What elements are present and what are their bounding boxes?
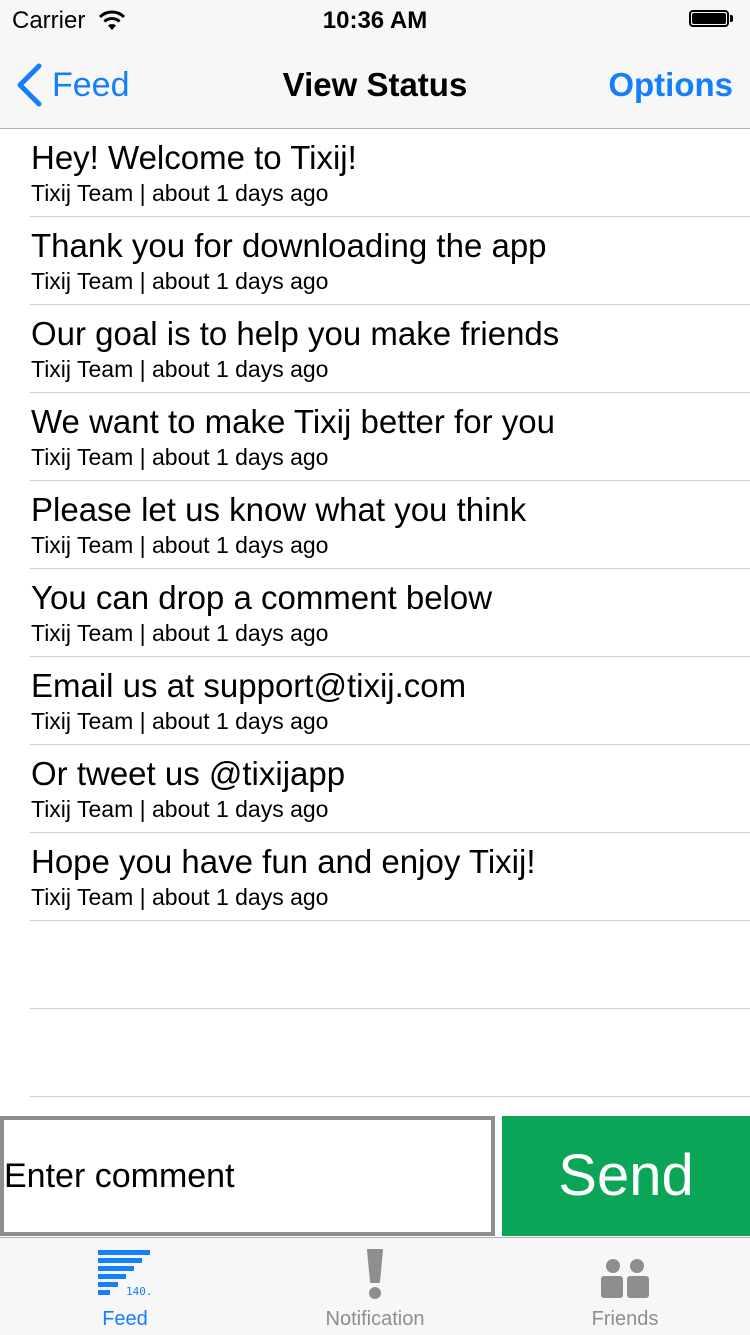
empty-row bbox=[30, 1009, 750, 1097]
friends-icon bbox=[500, 1248, 750, 1302]
list-item[interactable]: Our goal is to help you make friends Tix… bbox=[30, 305, 750, 393]
status-meta: Tixij Team | about 1 days ago bbox=[31, 532, 329, 558]
navigation-bar: Feed View Status Options bbox=[0, 40, 750, 129]
tab-notification[interactable]: Notification bbox=[250, 1238, 500, 1335]
list-item[interactable]: Please let us know what you think Tixij … bbox=[30, 481, 750, 569]
tab-bar: 140.85 Feed Notification Friends bbox=[0, 1237, 750, 1335]
comment-input[interactable] bbox=[0, 1116, 495, 1236]
list-item[interactable]: Hey! Welcome to Tixij! Tixij Team | abou… bbox=[30, 129, 750, 217]
list-item[interactable]: Or tweet us @tixijapp Tixij Team | about… bbox=[30, 745, 750, 833]
status-meta: Tixij Team | about 1 days ago bbox=[31, 180, 329, 206]
tab-feed-label: Feed bbox=[102, 1308, 148, 1330]
tab-notification-label: Notification bbox=[325, 1308, 425, 1330]
status-text: Email us at support@tixij.com bbox=[31, 667, 467, 704]
status-meta: Tixij Team | about 1 days ago bbox=[31, 356, 329, 382]
status-text: You can drop a comment below bbox=[31, 579, 493, 616]
feed-icon-readout: 140.85 bbox=[126, 1285, 152, 1298]
status-text: We want to make Tixij better for you bbox=[31, 403, 555, 440]
status-list: Hey! Welcome to Tixij! Tixij Team | abou… bbox=[0, 129, 750, 1097]
tab-feed[interactable]: 140.85 Feed bbox=[0, 1238, 250, 1335]
clock: 10:36 AM bbox=[322, 7, 428, 34]
exclamation-icon bbox=[250, 1248, 500, 1302]
list-item[interactable]: We want to make Tixij better for you Tix… bbox=[30, 393, 750, 481]
feed-chart-icon: 140.85 bbox=[0, 1248, 250, 1302]
empty-row bbox=[30, 921, 750, 1009]
status-meta: Tixij Team | about 1 days ago bbox=[31, 620, 329, 646]
status-text: Please let us know what you think bbox=[31, 491, 527, 528]
send-button[interactable]: Send bbox=[502, 1116, 750, 1236]
battery-icon bbox=[689, 10, 735, 30]
options-button[interactable]: Options bbox=[608, 66, 733, 104]
list-item[interactable]: Thank you for downloading the app Tixij … bbox=[30, 217, 750, 305]
list-item[interactable]: Hope you have fun and enjoy Tixij! Tixij… bbox=[30, 833, 750, 921]
status-text: Our goal is to help you make friends bbox=[31, 315, 560, 352]
status-text: Hope you have fun and enjoy Tixij! bbox=[31, 843, 536, 880]
status-text: Thank you for downloading the app bbox=[31, 227, 547, 264]
status-text: Hey! Welcome to Tixij! bbox=[31, 139, 357, 176]
status-text: Or tweet us @tixijapp bbox=[31, 755, 346, 792]
status-meta: Tixij Team | about 1 days ago bbox=[31, 796, 329, 822]
status-meta: Tixij Team | about 1 days ago bbox=[31, 884, 329, 910]
status-meta: Tixij Team | about 1 days ago bbox=[31, 444, 329, 470]
list-item[interactable]: Email us at support@tixij.com Tixij Team… bbox=[30, 657, 750, 745]
list-item[interactable]: You can drop a comment below Tixij Team … bbox=[30, 569, 750, 657]
status-bar: Carrier 10:36 AM bbox=[0, 0, 750, 40]
tab-friends[interactable]: Friends bbox=[500, 1238, 750, 1335]
tab-friends-label: Friends bbox=[591, 1308, 659, 1330]
status-meta: Tixij Team | about 1 days ago bbox=[31, 708, 329, 734]
status-meta: Tixij Team | about 1 days ago bbox=[31, 268, 329, 294]
